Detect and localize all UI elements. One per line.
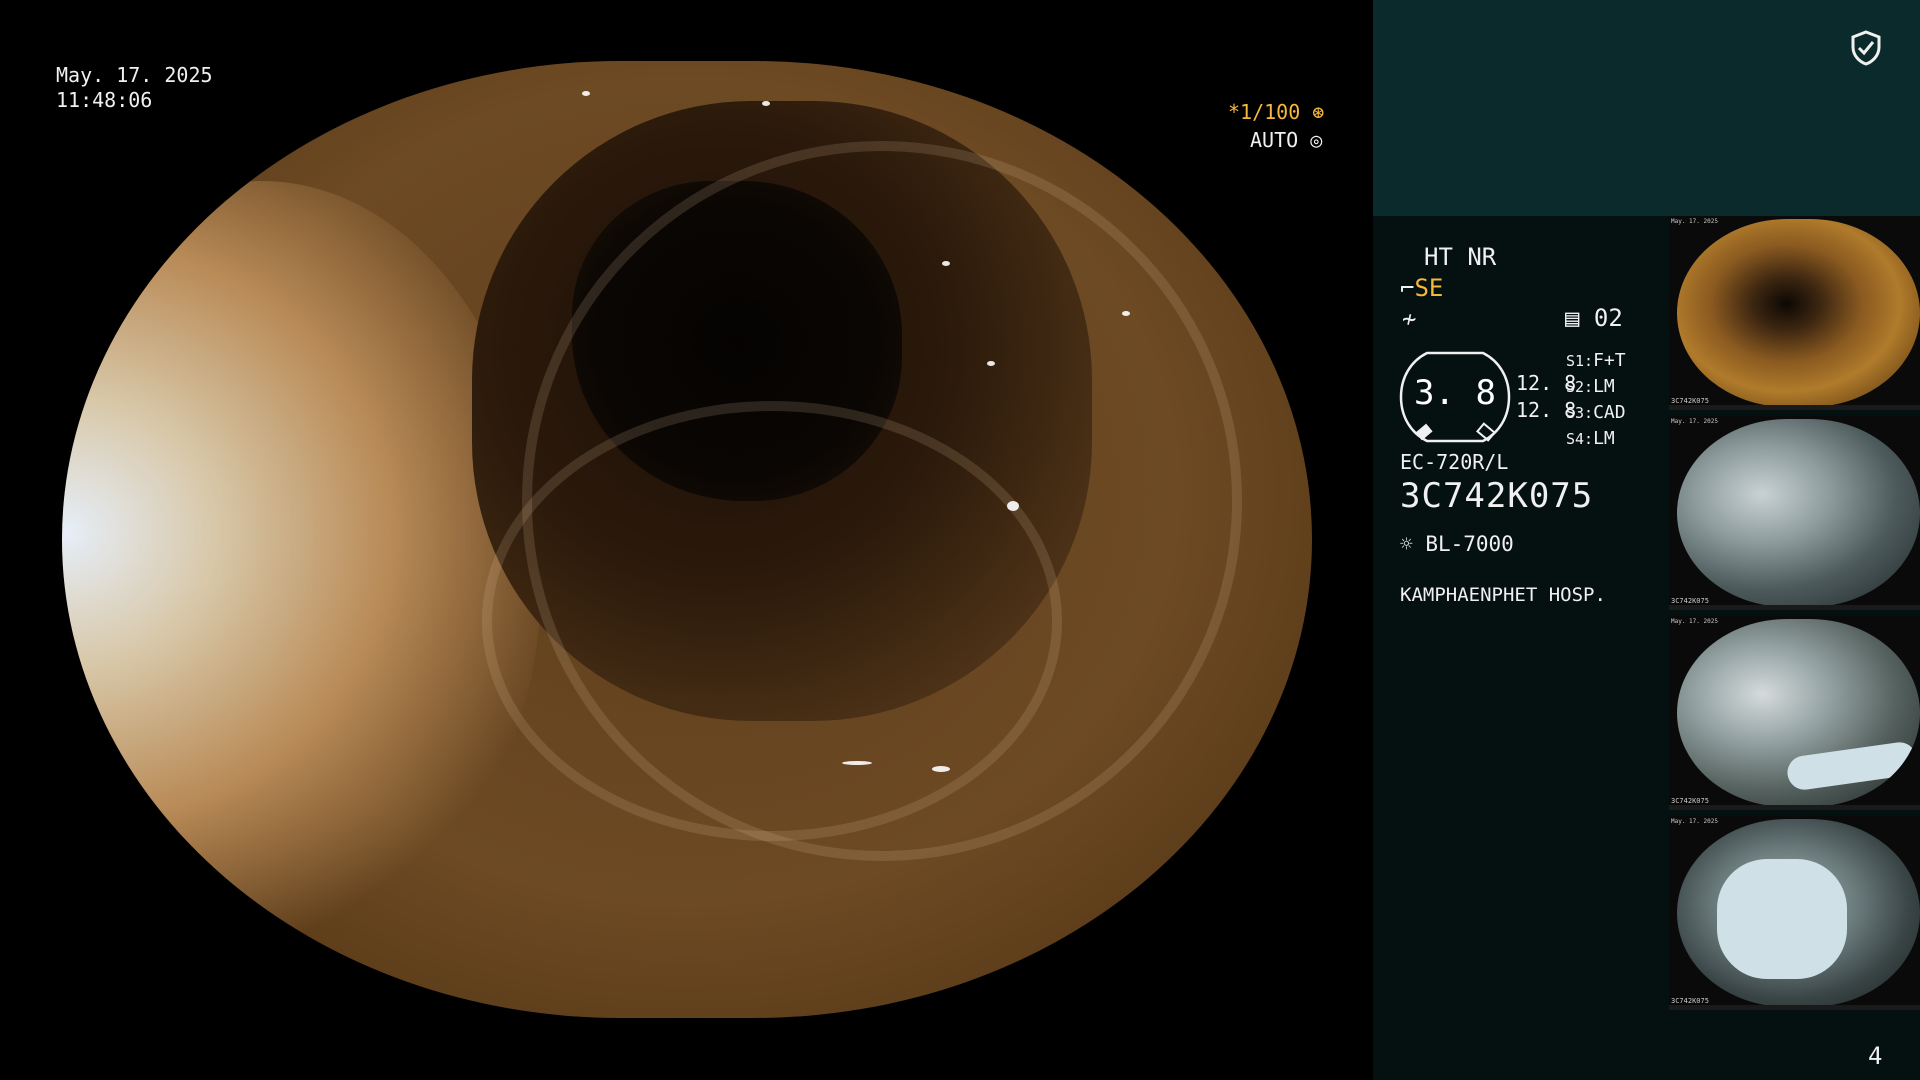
- structure-enhance-icon: ⌐: [1400, 274, 1415, 302]
- glint: [1007, 501, 1019, 511]
- glove-hand: [1717, 859, 1847, 979]
- thumbnail-footer: [1669, 605, 1920, 610]
- thumbnail[interactable]: May. 17. 2025 3C742K075: [1669, 616, 1920, 810]
- light-source-text: BL-7000: [1425, 532, 1514, 556]
- memory-icon: ▤: [1565, 304, 1580, 332]
- switch-row: S3:CAD: [1566, 400, 1626, 426]
- thumbnail-serial: 3C742K075: [1671, 997, 1709, 1005]
- thumbnail-footer: [1669, 405, 1920, 410]
- iris-mode-text: AUTO: [1250, 128, 1299, 152]
- iris-indicator: AUTO ◎: [1250, 128, 1322, 152]
- glint: [762, 101, 770, 106]
- date-text: May. 17. 2025: [56, 63, 213, 87]
- thumbnail-footer: [1669, 805, 1920, 810]
- mucosal-fold: [482, 401, 1062, 841]
- thumbnail-footer: [1669, 1005, 1920, 1010]
- scope-serial: 3C742K075: [1400, 476, 1594, 516]
- switch-row: S4:LM: [1566, 426, 1626, 452]
- switch-row: S2:LM: [1566, 374, 1626, 400]
- dial-value: 3. 8: [1414, 373, 1496, 413]
- thumbnail-date: May. 17. 2025: [1671, 618, 1718, 625]
- ht-nr-label: HT NR: [1424, 243, 1497, 271]
- endoscopic-image: [62, 61, 1312, 1018]
- switch-value: F+T: [1593, 350, 1626, 371]
- aperture-icon: ⊛: [1312, 100, 1325, 124]
- shield-check-icon: [1851, 30, 1881, 66]
- thumbnail-image: [1677, 619, 1920, 807]
- switch-value: LM: [1593, 376, 1615, 397]
- switch-value: LM: [1593, 428, 1615, 449]
- scope-model: EC-720R/L: [1400, 450, 1509, 474]
- time-text: 11:48:06: [56, 88, 153, 112]
- switch-row: S1:F+T: [1566, 348, 1626, 374]
- datetime-overlay: May. 17. 2025 11:48:06: [56, 63, 213, 113]
- memory-indicator: ▤ 02: [1565, 304, 1623, 332]
- structure-mode: ⌐SE: [1400, 274, 1443, 302]
- glint: [932, 766, 950, 772]
- thumbnail-serial: 3C742K075: [1671, 797, 1709, 805]
- thumbnail-date: May. 17. 2025: [1671, 418, 1718, 425]
- endoscope-main-view: May. 17. 2025 11:48:06 *1/100 ⊛ AUTO ◎: [0, 0, 1373, 1080]
- light-source: ☼ BL-7000: [1400, 532, 1514, 556]
- structure-mode-text: SE: [1414, 274, 1444, 302]
- side-panel-header: [1373, 0, 1920, 216]
- thumbnail[interactable]: May. 17. 2025 3C742K075: [1669, 416, 1920, 610]
- thumbnail-image: [1677, 219, 1920, 407]
- switch-value: CAD: [1593, 402, 1626, 423]
- glint: [582, 91, 590, 96]
- switch-label: S2:: [1566, 378, 1594, 396]
- thumbnail-image: [1677, 819, 1920, 1007]
- thumbnail-strip: May. 17. 2025 3C742K075 May. 17. 2025 3C…: [1669, 216, 1920, 1016]
- glint: [942, 261, 950, 266]
- thumbnail[interactable]: May. 17. 2025 3C742K075: [1669, 816, 1920, 1010]
- glint: [842, 761, 872, 765]
- hospital-name: KAMPHAENPHET HOSP.: [1400, 584, 1606, 606]
- thumbnail[interactable]: May. 17. 2025 3C742K075: [1669, 216, 1920, 410]
- memory-value: 02: [1593, 304, 1623, 332]
- iris-icon: ◎: [1310, 128, 1323, 152]
- switch-label: S4:: [1566, 430, 1594, 448]
- glove-hand: [1785, 740, 1919, 792]
- thumbnail-date: May. 17. 2025: [1671, 818, 1718, 825]
- thumbnail-image: [1677, 419, 1920, 607]
- thumbnail-serial: 3C742K075: [1671, 397, 1709, 405]
- page-number: 4: [1868, 1042, 1883, 1070]
- thumbnail-date: May. 17. 2025: [1671, 218, 1718, 225]
- shutter-indicator: *1/100 ⊛: [1228, 100, 1324, 124]
- switch-label: S3:: [1566, 404, 1594, 422]
- shutter-text: *1/100: [1228, 100, 1301, 124]
- color-enhance-icon: ≁: [1402, 305, 1417, 333]
- glint: [1122, 311, 1130, 316]
- glint: [987, 361, 995, 366]
- thumbnail-serial: 3C742K075: [1671, 597, 1709, 605]
- switch-assignments: S1:F+T S2:LM S3:CAD S4:LM: [1566, 348, 1626, 452]
- mucosa-highlight: [62, 181, 542, 961]
- light-source-icon: ☼: [1400, 532, 1413, 556]
- switch-label: S1:: [1566, 352, 1594, 370]
